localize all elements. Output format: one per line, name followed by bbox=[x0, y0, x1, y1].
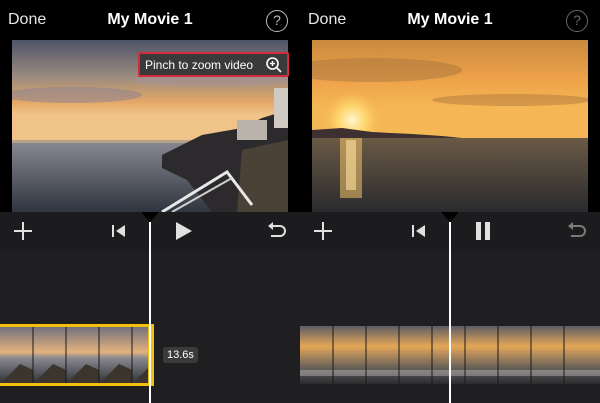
project-title: My Movie 1 bbox=[107, 11, 193, 28]
clip-thumbnails bbox=[0, 326, 150, 384]
question-icon: ? bbox=[573, 12, 581, 28]
skip-to-start-icon[interactable] bbox=[108, 220, 130, 242]
skip-to-start-icon[interactable] bbox=[408, 220, 430, 242]
top-bar: Done My Movie 1 ? bbox=[300, 0, 600, 40]
zoom-hint-label: Pinch to zoom video bbox=[145, 58, 254, 72]
clip-duration-badge: 13.6s bbox=[163, 347, 198, 363]
top-bar: Done My Movie 1 ? bbox=[0, 0, 300, 40]
editor-panel-right: Done My Movie 1 ? bbox=[300, 0, 600, 403]
play-icon[interactable] bbox=[172, 220, 194, 242]
magnifier-plus-icon[interactable] bbox=[265, 56, 283, 74]
undo-icon[interactable] bbox=[266, 220, 288, 242]
clip-selection-top bbox=[0, 324, 154, 327]
question-icon: ? bbox=[273, 12, 281, 28]
help-button[interactable]: ? bbox=[266, 10, 288, 32]
video-preview[interactable] bbox=[312, 40, 588, 212]
video-frame-sunset-sea bbox=[312, 40, 588, 212]
editor-panel-left: Done My Movie 1 ? Pinch to zoom video 13… bbox=[0, 0, 300, 403]
playhead-marker bbox=[441, 212, 459, 222]
undo-icon[interactable] bbox=[566, 220, 588, 242]
plus-icon[interactable] bbox=[12, 220, 34, 242]
playhead-marker bbox=[141, 212, 159, 222]
pause-icon[interactable] bbox=[472, 220, 494, 242]
help-button[interactable]: ? bbox=[566, 10, 588, 32]
clip-filmstrip[interactable] bbox=[0, 326, 150, 384]
playhead[interactable] bbox=[149, 222, 151, 403]
clip-selection-bottom bbox=[0, 383, 154, 386]
playhead[interactable] bbox=[449, 222, 451, 403]
project-title: My Movie 1 bbox=[407, 11, 493, 28]
plus-icon[interactable] bbox=[312, 220, 334, 242]
zoom-hint-tooltip: Pinch to zoom video bbox=[138, 52, 289, 77]
